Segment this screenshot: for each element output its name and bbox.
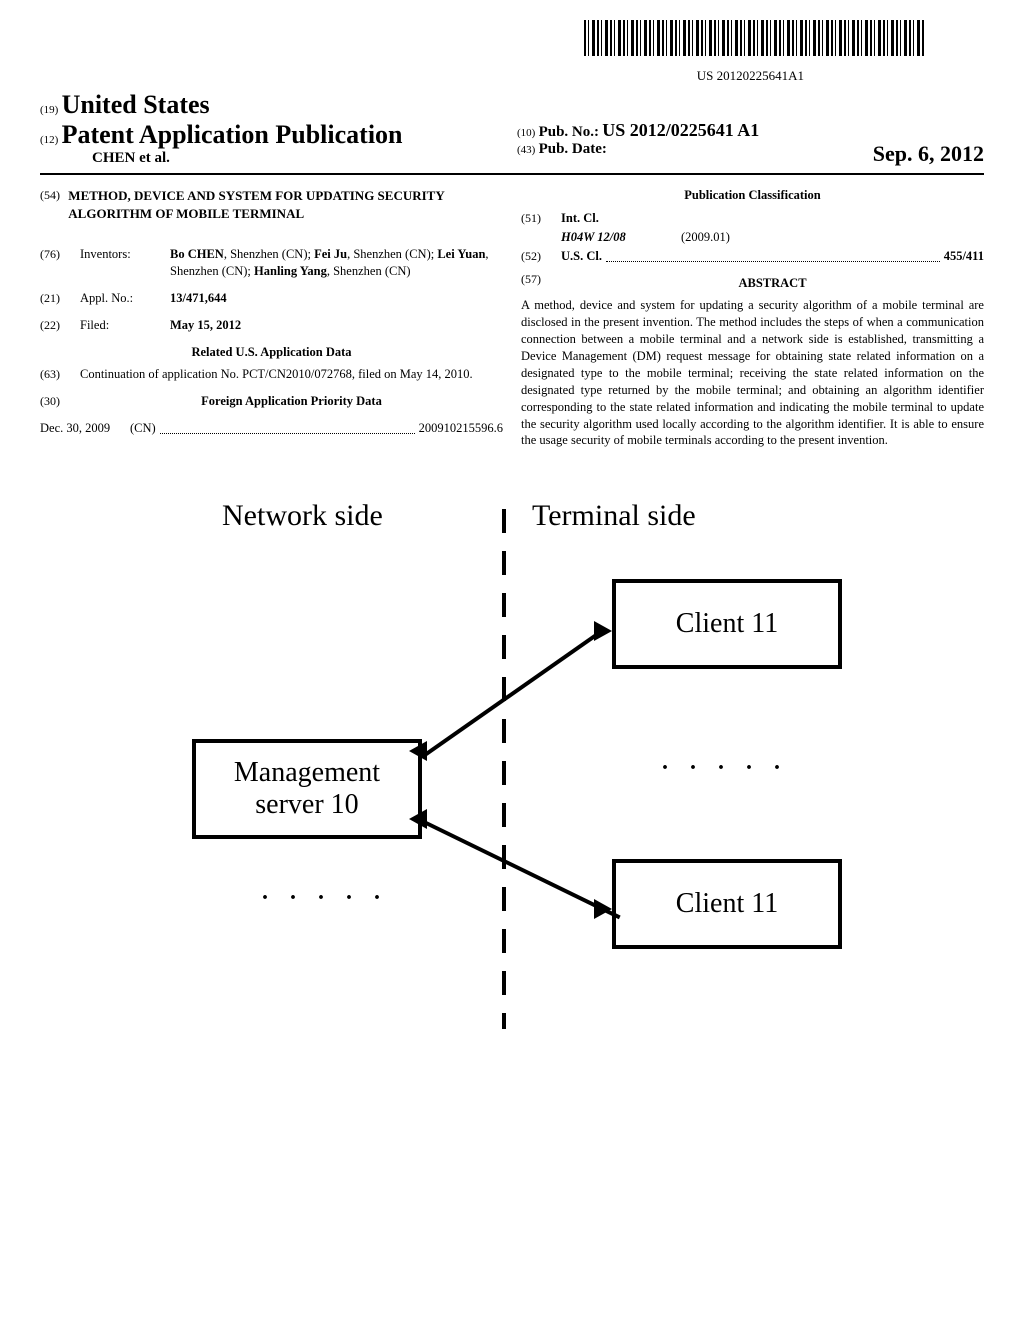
int-cl-year: (2009.01) — [681, 229, 730, 246]
inid-code-19: (19) — [40, 104, 58, 116]
vertical-divider-icon — [502, 509, 506, 1029]
appl-no-label: Appl. No.: — [80, 290, 170, 307]
int-cl-label: Int. Cl. — [561, 210, 599, 227]
inventors-label: Inventors: — [80, 246, 170, 280]
inid-code-43: (43) — [517, 144, 535, 156]
terminal-side-label: Terminal side — [532, 499, 696, 533]
pub-date-label: Pub. Date: — [539, 141, 607, 157]
client-box-2: Client 11 — [612, 859, 842, 949]
int-cl-code: H04W 12/08 — [561, 229, 681, 246]
foreign-date: Dec. 30, 2009 — [40, 420, 130, 437]
arrow-head-icon — [594, 621, 612, 641]
arrow-line-icon — [421, 819, 620, 919]
inid-code-51: (51) — [521, 210, 561, 227]
related-data-heading: Related U.S. Application Data — [40, 344, 503, 361]
us-cl-label: U.S. Cl. — [561, 248, 602, 265]
inid-code-52: (52) — [521, 248, 561, 264]
figure-diagram: Network side Terminal side Management se… — [132, 489, 892, 1049]
continuation-text: Continuation of application No. PCT/CN20… — [80, 366, 503, 383]
inid-code-76: (76) — [40, 246, 80, 280]
inid-code-22: (22) — [40, 317, 80, 334]
client-box-1: Client 11 — [612, 579, 842, 669]
barcode-icon — [584, 20, 924, 56]
arrow-head-icon — [409, 809, 427, 829]
inid-code-30: (30) — [40, 393, 80, 410]
foreign-country: (CN) — [130, 420, 156, 437]
ellipsis-dots: . . . . . — [262, 879, 388, 906]
authors-header: CHEN et al. — [40, 150, 507, 167]
dots-leader-icon — [160, 424, 415, 434]
bibliographic-columns: (54) METHOD, DEVICE AND SYSTEM FOR UPDAT… — [40, 187, 984, 449]
us-cl-value: 455/411 — [944, 248, 984, 265]
filed-value: May 15, 2012 — [170, 317, 503, 334]
ellipsis-dots: . . . . . — [662, 749, 788, 776]
inid-code-63: (63) — [40, 366, 80, 383]
pub-date-value: Sep. 6, 2012 — [873, 141, 984, 167]
management-server-box: Management server 10 — [192, 739, 422, 839]
network-side-label: Network side — [222, 499, 383, 533]
inid-code-21: (21) — [40, 290, 80, 307]
inid-code-12: (12) — [40, 134, 58, 146]
pub-no-value: US 2012/0225641 A1 — [602, 120, 759, 140]
document-header: (19) United States (12) Patent Applicati… — [40, 90, 984, 175]
barcode-number: US 20120225641A1 — [40, 68, 984, 84]
foreign-priority-heading: Foreign Application Priority Data — [80, 393, 503, 410]
document-kind: Patent Application Publication — [62, 120, 403, 149]
pub-classification-heading: Publication Classification — [521, 187, 984, 204]
filed-label: Filed: — [80, 317, 170, 334]
arrow-head-icon — [594, 899, 612, 919]
dots-leader-icon — [606, 252, 940, 262]
appl-no-value: 13/471,644 — [170, 290, 503, 307]
pub-no-label: Pub. No.: — [539, 124, 599, 140]
inid-code-54: (54) — [40, 187, 68, 236]
barcode-region — [40, 20, 984, 60]
inid-code-10: (10) — [517, 127, 535, 139]
left-column: (54) METHOD, DEVICE AND SYSTEM FOR UPDAT… — [40, 187, 503, 449]
invention-title: METHOD, DEVICE AND SYSTEM FOR UPDATING S… — [68, 187, 503, 222]
right-column: Publication Classification (51) Int. Cl.… — [521, 187, 984, 449]
abstract-text: A method, device and system for updating… — [521, 297, 984, 449]
inventors-value: Bo CHEN, Shenzhen (CN); Fei Ju, Shenzhen… — [170, 246, 503, 280]
arrow-head-icon — [409, 741, 427, 761]
country-name: United States — [62, 90, 210, 119]
foreign-app-number: 200910215596.6 — [419, 420, 503, 437]
arrow-line-icon — [421, 629, 604, 758]
abstract-heading: ABSTRACT — [561, 275, 984, 292]
inid-code-57: (57) — [521, 271, 561, 296]
